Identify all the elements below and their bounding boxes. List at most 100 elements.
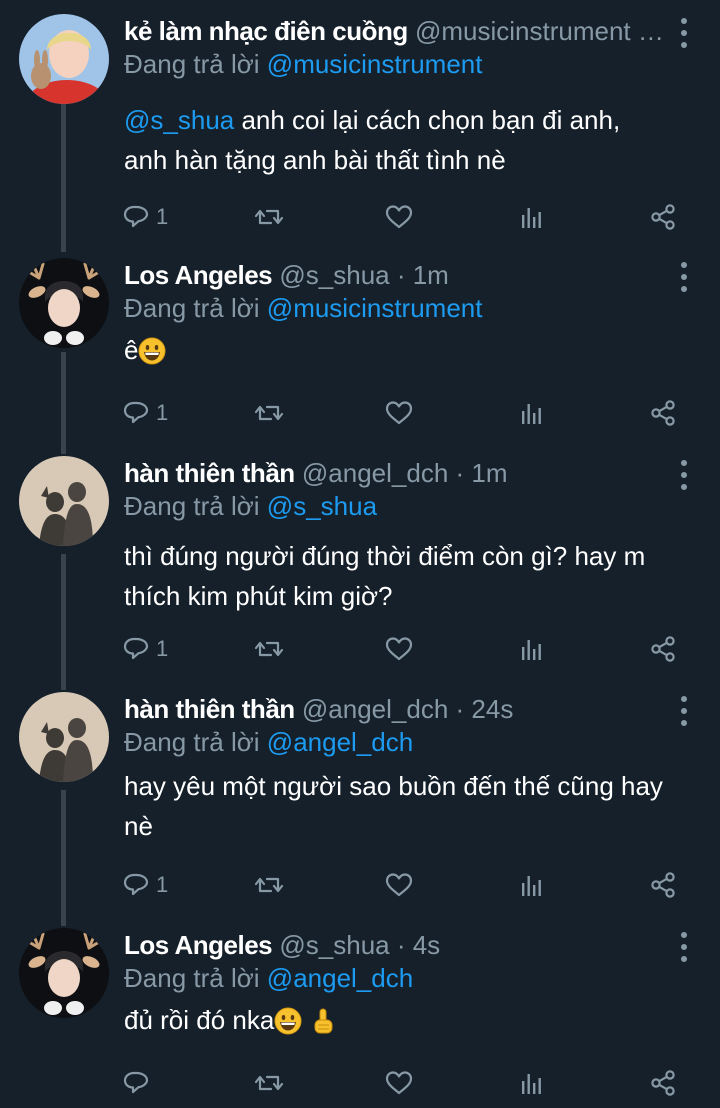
replying-to-mention[interactable]: @angel_dch — [267, 727, 413, 757]
analytics-button[interactable] — [516, 396, 546, 430]
retweet-icon — [254, 209, 284, 225]
analytics-icon — [522, 1074, 541, 1094]
share-icon — [651, 400, 675, 426]
retweet-button[interactable] — [254, 868, 284, 902]
tweet[interactable]: hàn thiên thần @angel_dch · 1m Đang trả … — [0, 456, 720, 676]
avatar-image — [19, 14, 109, 104]
more-icon[interactable] — [678, 460, 690, 490]
tweet-text: hay yêu một người sao buồn đến thế cũng … — [124, 771, 663, 841]
display-name[interactable]: hàn thiên thần — [124, 458, 295, 488]
avatar[interactable] — [19, 258, 109, 348]
like-button[interactable] — [384, 868, 414, 902]
avatar[interactable] — [19, 692, 109, 782]
replying-to-mention[interactable]: @musicinstrument — [267, 49, 483, 79]
action-bar — [122, 1066, 682, 1100]
replying-to-label: Đang trả lời — [124, 49, 260, 79]
tweet-text: @s_shua anh coi lại cách chọn bạn đi anh… — [124, 100, 700, 180]
reply-button[interactable]: 1 — [122, 396, 168, 430]
user-handle[interactable]: @angel_dch — [302, 694, 448, 724]
text-mention[interactable]: @s_shua — [124, 105, 234, 135]
tweet-timestamp[interactable]: · 1m — [390, 260, 449, 290]
user-handle[interactable]: @musicinstrument … — [415, 16, 664, 46]
reply-count: 1 — [156, 204, 169, 229]
analytics-button[interactable] — [516, 200, 546, 234]
share-button[interactable] — [648, 200, 678, 234]
reply-button[interactable]: 1 — [122, 868, 168, 902]
user-handle[interactable]: @s_shua — [279, 260, 389, 290]
avatar-image — [19, 928, 109, 1018]
like-button[interactable] — [384, 1066, 414, 1100]
replying-to-mention[interactable]: @angel_dch — [267, 963, 413, 993]
user-handle[interactable]: @s_shua — [279, 930, 389, 960]
more-icon[interactable] — [678, 262, 690, 292]
like-button[interactable] — [384, 632, 414, 666]
analytics-icon — [522, 208, 541, 228]
more-icon[interactable] — [678, 18, 690, 48]
tweet[interactable]: Los Angeles @s_shua · 4s Đang trả lời @a… — [0, 928, 720, 1104]
avatar-image — [19, 456, 109, 546]
action-bar: 1 — [122, 632, 682, 666]
share-icon — [651, 204, 675, 230]
analytics-button[interactable] — [516, 868, 546, 902]
analytics-button[interactable] — [516, 632, 546, 666]
replying-to-label: Đang trả lời — [124, 727, 260, 757]
more-icon[interactable] — [678, 696, 690, 726]
retweet-button[interactable] — [254, 200, 284, 234]
analytics-icon — [522, 404, 541, 424]
replying-to-mention[interactable]: @musicinstrument — [267, 293, 483, 323]
pointing-up-emoji — [314, 1008, 333, 1034]
tweet-text: ê — [124, 330, 700, 370]
share-icon — [651, 636, 675, 662]
reply-button[interactable]: 1 — [122, 632, 168, 666]
retweet-button[interactable] — [254, 396, 284, 430]
retweet-button[interactable] — [254, 1066, 284, 1100]
display-name[interactable]: Los Angeles — [124, 930, 273, 960]
analytics-button[interactable] — [516, 1066, 546, 1100]
display-name[interactable]: Los Angeles — [124, 260, 273, 290]
tweet-text-body: ê — [124, 335, 139, 365]
avatar[interactable] — [19, 928, 109, 1018]
like-icon — [385, 401, 413, 425]
tweet-timestamp[interactable]: · 4s — [390, 930, 440, 960]
action-bar: 1 — [122, 868, 682, 902]
reply-count: 1 — [156, 400, 169, 425]
tweet[interactable]: hàn thiên thần @angel_dch · 24s Đang trả… — [0, 692, 720, 912]
tweet-timestamp[interactable]: · 1m — [448, 458, 508, 488]
reply-button[interactable] — [122, 1066, 156, 1100]
share-button[interactable] — [648, 1066, 678, 1100]
like-button[interactable] — [384, 200, 414, 234]
avatar[interactable] — [19, 456, 109, 546]
display-name[interactable]: kẻ làm nhạc điên cuồng — [124, 16, 408, 46]
retweet-button[interactable] — [254, 632, 284, 666]
analytics-icon — [522, 640, 541, 660]
like-button[interactable] — [384, 396, 414, 430]
share-button[interactable] — [648, 868, 678, 902]
share-icon — [651, 1070, 675, 1096]
more-icon[interactable] — [678, 932, 690, 962]
tweet[interactable]: Los Angeles @s_shua · 1m Đang trả lời @m… — [0, 258, 720, 438]
replying-to-label: Đang trả lời — [124, 963, 260, 993]
replying-to-label: Đang trả lời — [124, 491, 260, 521]
share-button[interactable] — [648, 396, 678, 430]
replying-to-mention[interactable]: @s_shua — [267, 491, 377, 521]
tweet-text-body: đủ rồi đó nka — [124, 1005, 275, 1035]
like-icon — [385, 1071, 413, 1095]
user-handle[interactable]: @angel_dch — [302, 458, 448, 488]
like-icon — [385, 205, 413, 229]
avatar[interactable] — [19, 14, 109, 104]
tweet[interactable]: kẻ làm nhạc điên cuồng @musicinstrument … — [0, 14, 720, 240]
retweet-icon — [254, 641, 284, 657]
reply-icon — [123, 1071, 149, 1094]
replying-to-label: Đang trả lời — [124, 293, 260, 323]
display-name[interactable]: hàn thiên thần — [124, 694, 295, 724]
grinning-emoji — [274, 1007, 302, 1035]
reply-icon — [123, 205, 149, 228]
tweet-timestamp[interactable]: · 24s — [448, 694, 514, 724]
share-button[interactable] — [648, 632, 678, 666]
share-icon — [651, 872, 675, 898]
action-bar: 1 — [122, 200, 682, 234]
avatar-image — [19, 692, 109, 782]
reply-button[interactable]: 1 — [122, 200, 168, 234]
action-bar: 1 — [122, 396, 682, 430]
retweet-icon — [254, 877, 284, 893]
